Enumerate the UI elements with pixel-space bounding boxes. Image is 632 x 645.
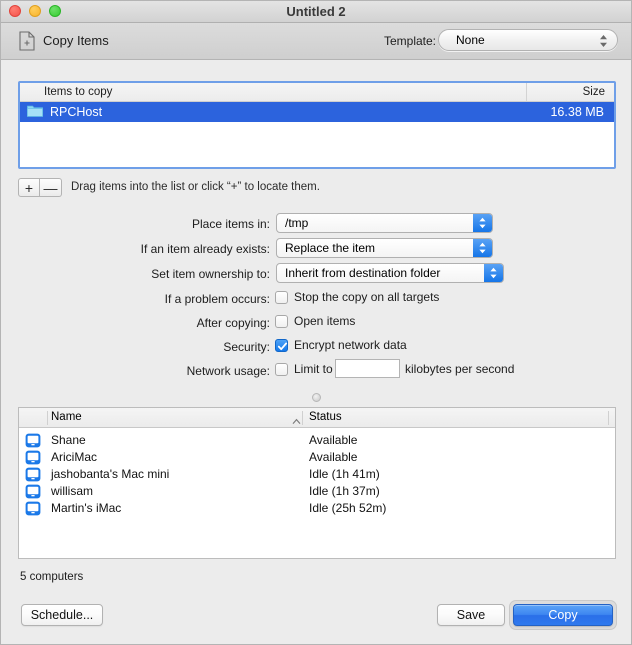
items-list-header: Items to copy Size — [20, 83, 614, 102]
computer-status: Available — [309, 450, 357, 464]
template-value: None — [456, 33, 485, 47]
computer-name: willisam — [51, 484, 93, 498]
remove-item-button[interactable]: — — [40, 178, 62, 197]
splitter-grip[interactable] — [312, 393, 321, 402]
row-security: Security: Encrypt network data — [1, 336, 632, 360]
computer-name: AriciMac — [51, 450, 97, 464]
set-ownership-value: Inherit from destination folder — [285, 266, 440, 280]
table-row[interactable]: jashobanta's Mac mini Idle (1h 41m) — [19, 466, 615, 483]
row-if-problem-occurs: If a problem occurs: Stop the copy on al… — [1, 288, 632, 312]
security-label: Security: — [1, 340, 270, 354]
item-size: 16.38 MB — [524, 105, 614, 119]
place-items-in-select[interactable]: /tmp — [276, 213, 493, 233]
place-items-in-value: /tmp — [285, 216, 308, 230]
drag-hint-text: Drag items into the list or click “+” to… — [71, 181, 320, 193]
row-place-items-in: Place items in: /tmp — [1, 213, 632, 238]
computer-status: Idle (25h 52m) — [309, 501, 386, 515]
set-ownership-select[interactable]: Inherit from destination folder — [276, 263, 504, 283]
items-to-copy-list[interactable]: Items to copy Size RPCHost 16.38 MB — [18, 81, 616, 169]
chevron-updown-icon — [599, 34, 608, 51]
row-network-usage: Network usage: Limit to kilobytes per se… — [1, 360, 632, 384]
column-header-items[interactable]: Items to copy — [20, 83, 527, 101]
header-divider — [47, 411, 48, 425]
schedule-button[interactable]: Schedule... — [21, 604, 103, 626]
limit-value-input[interactable] — [335, 359, 400, 378]
computer-icon — [25, 501, 41, 519]
computer-status: Idle (1h 41m) — [309, 467, 380, 481]
sort-ascending-icon — [292, 414, 301, 428]
save-button[interactable]: Save — [437, 604, 505, 626]
if-item-exists-label: If an item already exists: — [1, 242, 270, 256]
row-if-item-exists: If an item already exists: Replace the i… — [1, 238, 632, 263]
network-usage-label: Network usage: — [1, 364, 270, 378]
folder-icon — [27, 104, 43, 120]
limit-to-checkbox[interactable] — [275, 363, 288, 376]
encrypt-network-data-checkbox[interactable] — [275, 339, 288, 352]
document-title: Copy Items — [43, 33, 109, 48]
title-bar: Untitled 2 — [1, 1, 631, 23]
computer-name: jashobanta's Mac mini — [51, 467, 169, 481]
if-item-exists-value: Replace the item — [285, 241, 375, 255]
toolbar: Copy Items Template: None — [1, 23, 631, 60]
row-set-ownership: Set item ownership to: Inherit from dest… — [1, 263, 632, 288]
options-form: Place items in: /tmp If an item already … — [1, 213, 632, 384]
copy-button[interactable]: Copy — [513, 604, 613, 626]
place-items-in-label: Place items in: — [1, 217, 270, 231]
chevron-updown-icon — [473, 214, 492, 232]
column-header-status[interactable]: Status — [309, 411, 342, 423]
computer-count-label: 5 computers — [20, 571, 83, 583]
table-row[interactable]: Martin's iMac Idle (25h 52m) — [19, 500, 615, 517]
window-title: Untitled 2 — [1, 1, 631, 23]
header-divider — [608, 411, 609, 425]
computer-name: Shane — [51, 433, 86, 447]
template-select[interactable]: None — [438, 29, 618, 51]
item-name: RPCHost — [50, 105, 524, 119]
if-problem-occurs-label: If a problem occurs: — [1, 292, 270, 306]
items-list-controls: + — — [18, 178, 62, 197]
column-header-name[interactable]: Name — [51, 411, 82, 423]
header-divider — [302, 411, 303, 425]
chevron-updown-icon — [473, 239, 492, 257]
table-row[interactable]: willisam Idle (1h 37m) — [19, 483, 615, 500]
add-item-button[interactable]: + — [18, 178, 40, 197]
limit-units-label: kilobytes per second — [405, 362, 514, 376]
encrypt-network-data-label[interactable]: Encrypt network data — [294, 338, 407, 352]
document-add-icon — [19, 31, 35, 51]
computers-table-header: Name Status — [19, 408, 615, 428]
template-label: Template: — [384, 34, 436, 48]
computer-status: Idle (1h 37m) — [309, 484, 380, 498]
table-row[interactable]: RPCHost 16.38 MB — [20, 102, 614, 122]
copy-items-window: Untitled 2 Copy Items Template: None Ite — [0, 0, 632, 645]
computer-status: Available — [309, 433, 357, 447]
row-after-copying: After copying: Open items — [1, 312, 632, 336]
open-items-checkbox[interactable] — [275, 315, 288, 328]
limit-to-label[interactable]: Limit to — [294, 362, 333, 376]
stop-copy-checkbox[interactable] — [275, 291, 288, 304]
table-row[interactable]: AriciMac Available — [19, 449, 615, 466]
after-copying-label: After copying: — [1, 316, 270, 330]
computer-name: Martin's iMac — [51, 501, 121, 515]
open-items-label[interactable]: Open items — [294, 314, 355, 328]
chevron-updown-icon — [484, 264, 503, 282]
if-item-exists-select[interactable]: Replace the item — [276, 238, 493, 258]
set-ownership-label: Set item ownership to: — [1, 267, 270, 281]
computers-table[interactable]: Name Status Shane Available — [18, 407, 616, 559]
column-header-size[interactable]: Size — [527, 83, 614, 101]
stop-copy-label[interactable]: Stop the copy on all targets — [294, 290, 439, 304]
table-row[interactable]: Shane Available — [19, 432, 615, 449]
